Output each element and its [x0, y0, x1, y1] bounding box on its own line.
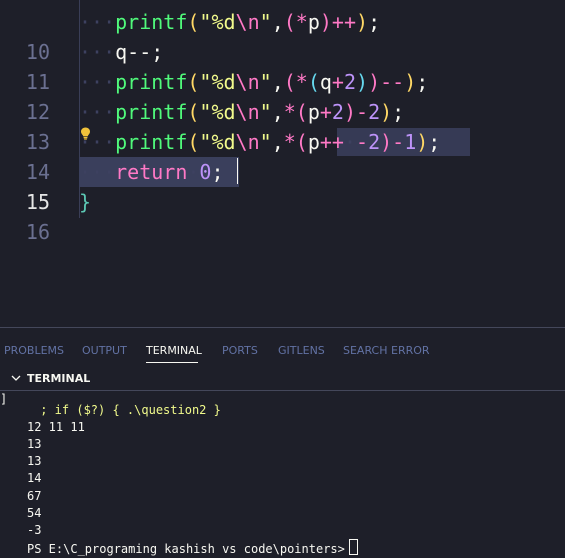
tab-output[interactable]: OUTPUT — [82, 344, 127, 357]
terminal-output-line: 14 — [27, 471, 42, 485]
code-editor[interactable]: 10 ···printf("%d\n",(*p)++); 11 ···q--; … — [0, 0, 565, 327]
tab-problems[interactable]: PROBLEMS — [4, 344, 64, 357]
code-text: ···return·0; — [79, 160, 224, 184]
tab-terminal[interactable]: TERMINAL — [146, 344, 202, 357]
bottom-panel: PROBLEMS OUTPUT TERMINAL PORTS GITLENS S… — [0, 327, 565, 557]
terminal-output-line: 13 — [27, 437, 42, 451]
chevron-down-icon[interactable] — [10, 372, 22, 384]
code-line-11[interactable]: 11 ···q--; — [0, 37, 565, 94]
panel-tabs: PROBLEMS OUTPUT TERMINAL PORTS GITLENS S… — [0, 328, 565, 368]
terminal-output-line: 13 — [27, 454, 42, 468]
terminal-output-line: -3 — [27, 523, 42, 537]
lightbulb-icon[interactable] — [80, 127, 91, 140]
divider — [0, 390, 565, 391]
terminal-cursor — [348, 539, 358, 555]
active-tab-indicator — [146, 362, 198, 363]
terminal-output-line: 12 11 11 — [27, 420, 85, 434]
terminal-output-line: 67 — [27, 489, 42, 503]
code-text: ···printf("%d\n",(*p)++); — [79, 10, 381, 34]
terminal-section-header[interactable]: TERMINAL — [0, 368, 565, 390]
code-text: ···printf("%d\n",*(p+2)-2); — [79, 100, 405, 124]
code-text: ···printf("%d\n",*(p++·-2)-1); — [79, 130, 441, 154]
code-text: ···printf("%d\n",(*(q+2))--); — [79, 70, 429, 94]
line-number: 16 — [25, 220, 50, 244]
code-line-13[interactable]: 13 ···printf("%d\n",*(p+2)-2); — [0, 97, 565, 154]
tab-gitlens[interactable]: GITLENS — [278, 344, 325, 357]
terminal-section-title: TERMINAL — [27, 372, 91, 385]
tab-search-error[interactable]: SEARCH ERROR — [343, 344, 430, 357]
terminal-prompt-line[interactable]: PS E:\C_programing kashish vs code\point… — [27, 539, 358, 558]
terminal-command-line: ; if ($?) { .\question2 } — [33, 402, 221, 419]
code-text: } — [79, 190, 92, 214]
code-line-10[interactable]: 10 ···printf("%d\n",(*p)++); — [0, 7, 565, 64]
code-line-16[interactable]: 16 } — [0, 187, 565, 244]
code-line-12[interactable]: 12 ···printf("%d\n",(*(q+2))--); — [0, 67, 565, 124]
text-cursor — [237, 158, 238, 184]
terminal-scroll-mark: ] — [0, 392, 8, 406]
terminal-prompt: PS E:\C_programing kashish vs code\point… — [27, 542, 345, 556]
terminal-command-text: ; if ($?) { .\question2 } — [33, 403, 221, 417]
terminal-output-line: 54 — [27, 506, 42, 520]
code-line-15[interactable]: 15 ···return·0; — [0, 157, 565, 214]
tab-ports[interactable]: PORTS — [222, 344, 258, 357]
code-text: ···q--; — [79, 40, 164, 64]
